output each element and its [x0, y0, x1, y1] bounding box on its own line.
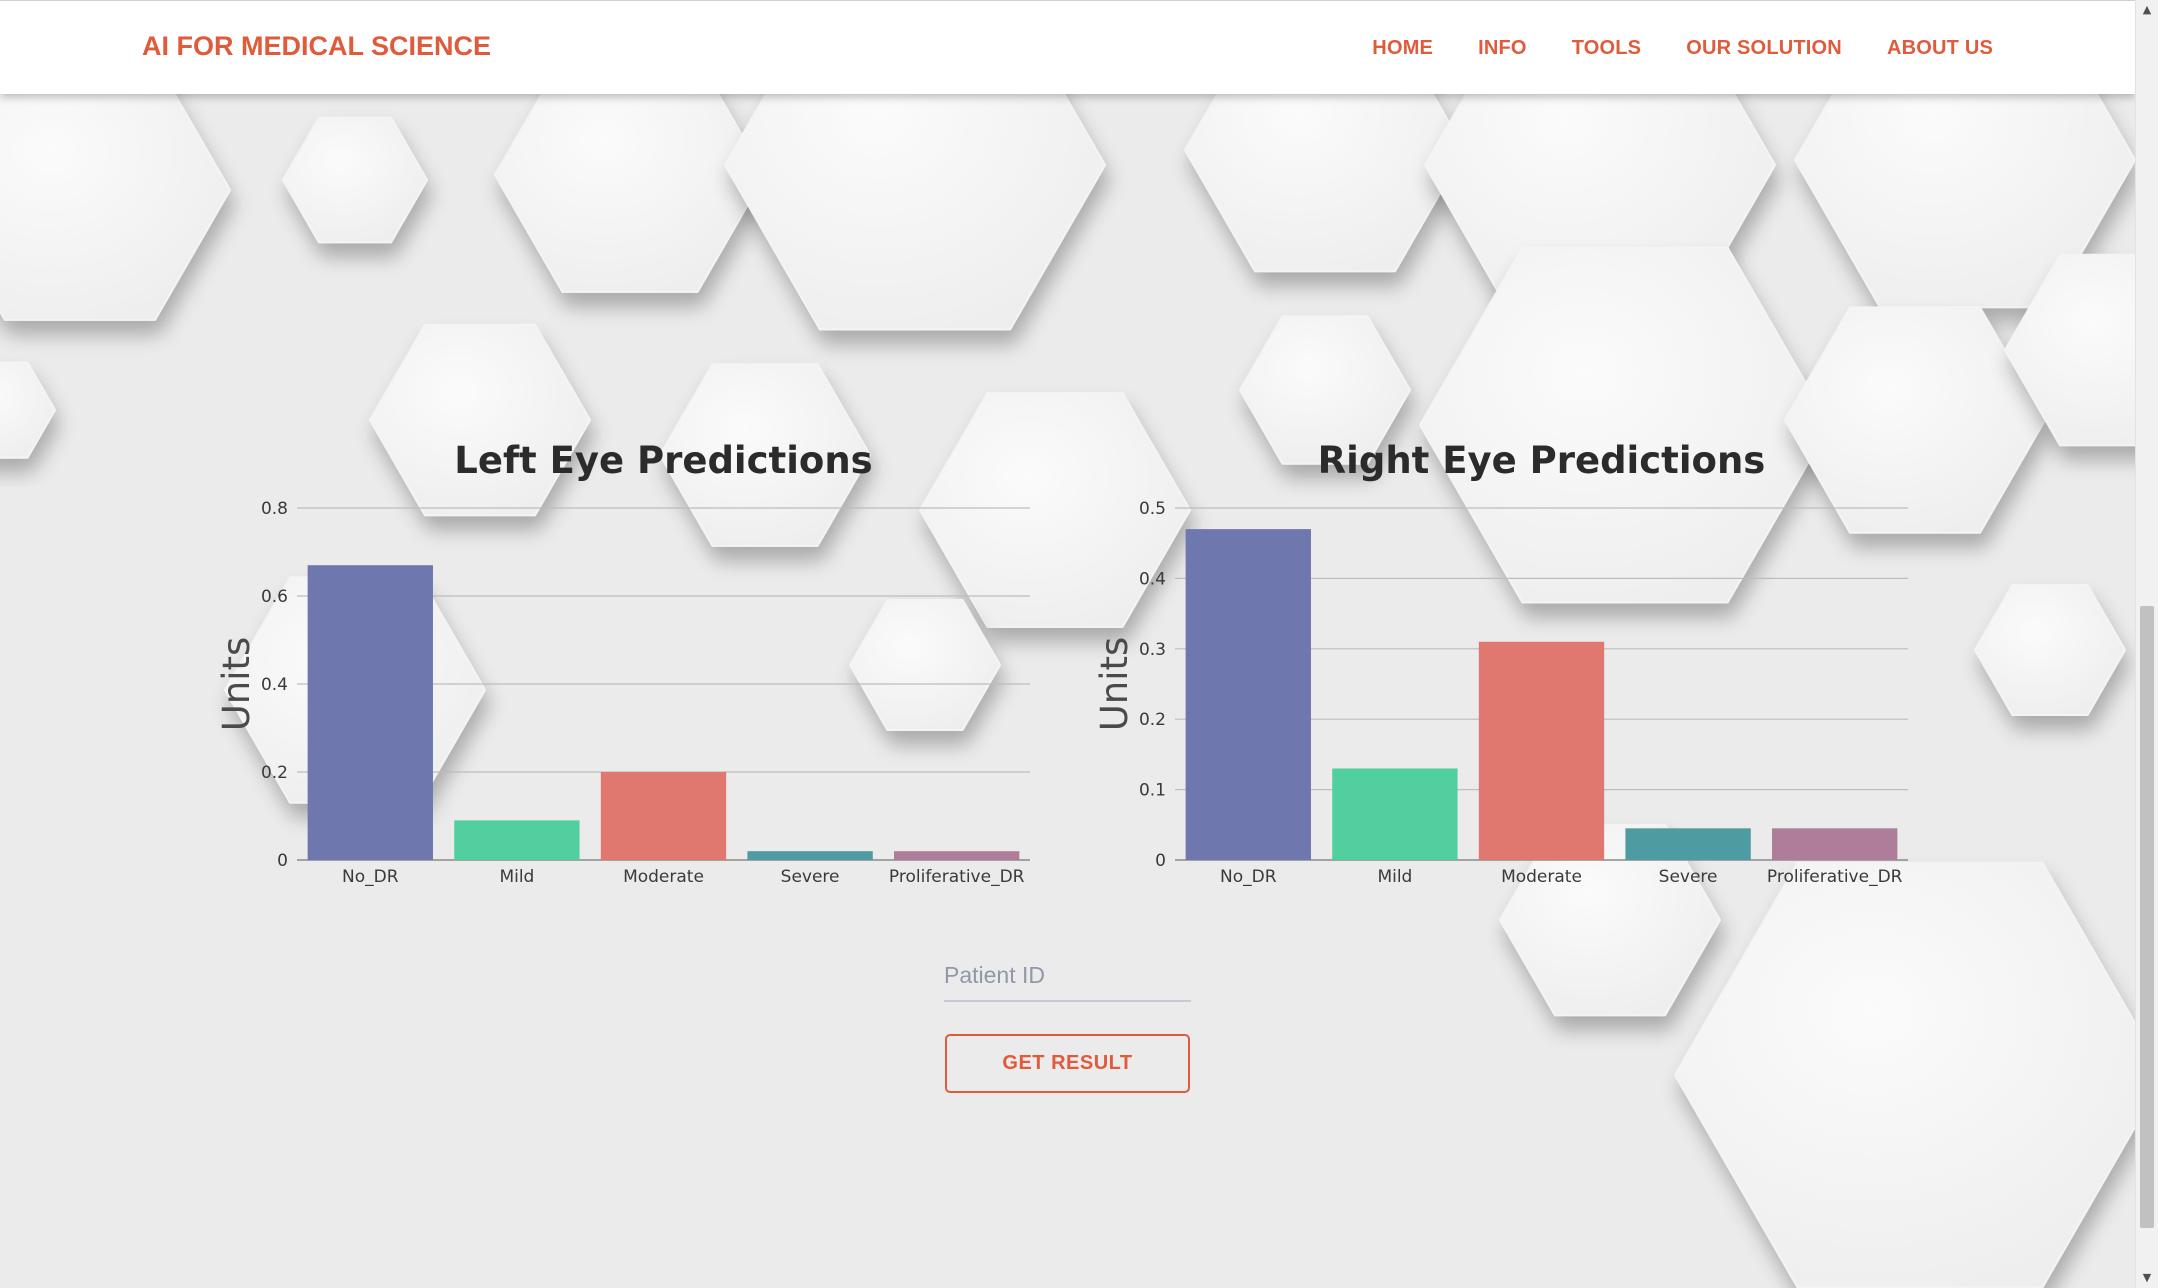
chart-title: Left Eye Predictions	[454, 439, 872, 482]
y-axis-label: Units	[215, 637, 258, 732]
bar-proliferative-dr	[1772, 828, 1898, 860]
y-tick-label: 0.4	[261, 675, 288, 695]
y-tick-label: 0	[277, 851, 288, 871]
nav-links: HOME INFO TOOLS OUR SOLUTION ABOUT US	[1372, 37, 1993, 60]
nav-link-about-us[interactable]: ABOUT US	[1887, 37, 1993, 60]
bar-severe	[1625, 828, 1751, 860]
y-tick-label: 0.4	[1139, 569, 1166, 589]
bar-mild	[454, 820, 580, 860]
left-eye-chart-svg: Left Eye Predictions Units 0 0.2 0.4 0.6 0.8 No…	[215, 439, 1030, 887]
bar-severe	[747, 851, 873, 860]
brand-logo-link[interactable]: AI FOR MEDICAL SCIENCE	[142, 31, 491, 62]
x-tick-label: Proliferative_DR	[889, 867, 1025, 887]
nav-link-home[interactable]: HOME	[1372, 37, 1433, 60]
chart-title: Right Eye Predictions	[1318, 439, 1766, 482]
x-tick-label: Severe	[781, 867, 840, 887]
scroll-up-arrow-icon[interactable]: ▲	[2136, 0, 2158, 20]
bar-mild	[1332, 768, 1458, 860]
bar-proliferative-dr	[894, 851, 1020, 860]
x-tick-label: Moderate	[1501, 867, 1582, 887]
x-tick-label: Moderate	[623, 867, 704, 887]
bar-no-dr	[307, 565, 433, 860]
bar-moderate	[600, 772, 727, 860]
y-tick-label: 0.3	[1139, 640, 1166, 660]
y-tick-label: 0	[1155, 851, 1166, 871]
right-eye-chart-svg: Right Eye Predictions Units 0 0.1 0.2 0.3 0.4 0…	[1093, 439, 1908, 887]
bar-moderate	[1478, 641, 1605, 860]
nav-link-our-solution[interactable]: OUR SOLUTION	[1686, 37, 1842, 60]
y-tick-label: 0.2	[261, 763, 288, 783]
x-tick-label: Severe	[1659, 867, 1718, 887]
left-eye-chart: Left Eye Predictions Units 0 0.2 0.4 0.6 0.8 No…	[210, 430, 1030, 900]
y-tick-label: 0.8	[261, 499, 288, 519]
patient-id-input[interactable]	[944, 950, 1191, 1002]
y-tick-label: 0.1	[1139, 781, 1166, 801]
get-result-button[interactable]: GET RESULT	[945, 1034, 1190, 1093]
nav-link-tools[interactable]: TOOLS	[1572, 37, 1642, 60]
x-tick-label: No_DR	[342, 867, 399, 887]
y-axis-label: Units	[1093, 637, 1136, 732]
x-tick-label: No_DR	[1220, 867, 1277, 887]
x-tick-label: Mild	[499, 867, 534, 887]
top-navbar: AI FOR MEDICAL SCIENCE HOME INFO TOOLS O…	[0, 0, 2135, 94]
x-tick-label: Mild	[1377, 867, 1412, 887]
y-tick-label: 0.2	[1139, 710, 1166, 730]
nav-link-info[interactable]: INFO	[1478, 37, 1527, 60]
scrollbar-thumb[interactable]	[2140, 606, 2154, 1228]
bar-no-dr	[1185, 529, 1311, 860]
y-tick-label: 0.5	[1139, 499, 1166, 519]
y-tick-label: 0.6	[261, 587, 288, 607]
scroll-down-arrow-icon[interactable]: ▼	[2136, 1268, 2158, 1288]
right-eye-chart: Right Eye Predictions Units 0 0.1 0.2 0.3 0.4 0…	[1088, 430, 1908, 900]
page-scrollbar[interactable]: ▲ ▼	[2135, 0, 2158, 1288]
x-tick-label: Proliferative_DR	[1767, 867, 1903, 887]
